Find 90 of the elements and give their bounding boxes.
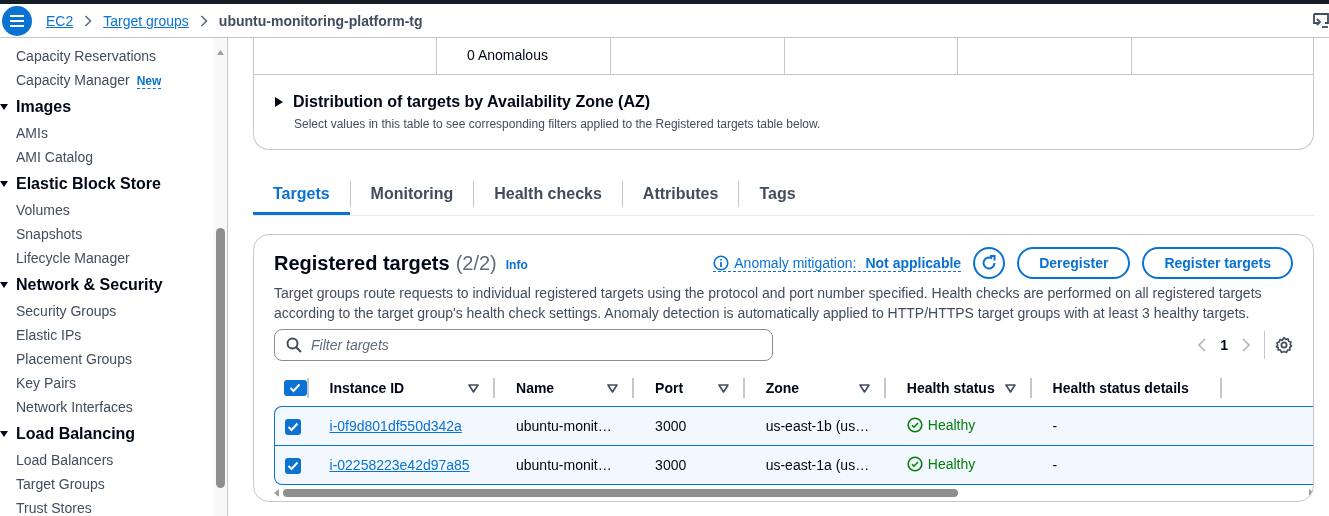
- check-circle-icon: [906, 455, 923, 472]
- caret-icon[interactable]: [0, 430, 8, 438]
- table-row[interactable]: i-0f9d801df550d342a ubuntu-monit… 3000 us-east-1b (us… Healthy -: [274, 406, 1313, 446]
- sidebar-item[interactable]: Lifecycle Manager: [16, 250, 130, 266]
- caret-icon[interactable]: [0, 281, 8, 289]
- new-label: New: [136, 74, 162, 89]
- health-status: Healthy: [927, 455, 976, 472]
- refresh-button[interactable]: [973, 247, 1006, 279]
- health-status: Healthy: [927, 416, 976, 433]
- sort-icon[interactable]: [858, 383, 870, 393]
- sidebar-item[interactable]: Trust Stores: [16, 500, 92, 516]
- sort-icon[interactable]: [717, 383, 729, 393]
- target-count: (2/2): [455, 251, 497, 275]
- sidebar-item[interactable]: Network Interfaces: [16, 399, 133, 415]
- sidebar-item[interactable]: Load Balancers: [16, 452, 114, 468]
- tab[interactable]: Targets: [253, 175, 350, 215]
- column-header[interactable]: Health status: [906, 380, 1005, 396]
- sort-icon[interactable]: [468, 383, 479, 393]
- checkbox[interactable]: [284, 380, 307, 396]
- sidebar-item[interactable]: Target Groups: [16, 476, 105, 492]
- checkmark-icon: [287, 460, 299, 471]
- table-cell: ubuntu-monit…: [516, 457, 612, 473]
- table-cell: 3000: [655, 457, 687, 473]
- panel-title: Registered targets: [274, 251, 450, 275]
- info-link[interactable]: Info: [505, 258, 528, 272]
- menu-icon: [9, 13, 25, 28]
- checkbox[interactable]: [285, 418, 301, 435]
- sidebar-item[interactable]: Key Pairs: [16, 375, 76, 391]
- checkmark-icon: [287, 421, 299, 432]
- table-row[interactable]: i-02258223e42d97a85 ubuntu-monit… 3000 us-east-1a (us… Healthy -: [274, 446, 1313, 485]
- action-button[interactable]: Deregister: [1017, 247, 1131, 279]
- tab[interactable]: Monitoring: [350, 175, 474, 215]
- filter-field[interactable]: Filter targets: [274, 329, 773, 361]
- column-header[interactable]: Name: [516, 380, 608, 396]
- sort-icon[interactable]: [607, 383, 619, 393]
- check-circle-icon: [906, 416, 923, 433]
- table-cell: us-east-1a (us…: [765, 457, 870, 473]
- terminal-icon[interactable]: [1313, 12, 1329, 29]
- sidebar-section-title[interactable]: Images: [16, 98, 72, 115]
- tab[interactable]: Attributes: [622, 175, 739, 215]
- checkmark-icon: [289, 383, 302, 393]
- chevron-icon: [199, 14, 208, 27]
- breadcrumb-current: ubuntu-monitoring-platform-tg: [218, 12, 423, 29]
- sidebar-item[interactable]: Elastic IPs: [16, 327, 82, 343]
- expand-caret-icon[interactable]: [274, 96, 284, 108]
- column-header[interactable]: Zone: [765, 380, 859, 396]
- sidebar-section-title[interactable]: Network & Security: [16, 276, 163, 293]
- scroll-right-arrow-icon[interactable]: [1309, 488, 1313, 497]
- sidebar-item[interactable]: Placement Groups: [16, 351, 132, 367]
- table-cell: ubuntu-monit…: [516, 418, 612, 434]
- table-cell: -: [1052, 418, 1058, 434]
- settings-icon[interactable]: [1275, 336, 1293, 354]
- sidebar-item[interactable]: Capacity Reservations: [16, 48, 157, 64]
- checkbox[interactable]: [285, 457, 301, 474]
- sidebar-item[interactable]: AMIs: [16, 125, 48, 141]
- sort-icon[interactable]: [1004, 383, 1016, 393]
- scrollbar[interactable]: [213, 38, 227, 516]
- column-header[interactable]: Instance ID: [329, 380, 468, 396]
- sidebar-item[interactable]: Capacity Manager: [16, 72, 130, 88]
- panel-description: Target groups route requests to individual registered targets using the protocol and port number specified. Health checks are performed on all registered targets according to the target group's health check settings. Anomaly detection is automatically applied to HTTP/HTTPS target groups with at least 3 healthy targets.: [274, 284, 1263, 323]
- section-description: Select values in this table to see corresponding filters applied to the Registered targets table below.: [294, 117, 822, 131]
- table-cell: -: [1052, 457, 1058, 473]
- sidebar-item[interactable]: AMI Catalog: [16, 149, 94, 165]
- sidebar-section-title[interactable]: Load Balancing: [16, 425, 136, 442]
- horizontal-scrollbar[interactable]: [274, 486, 1313, 499]
- section-title[interactable]: Distribution of targets by Availability Zone (AZ): [293, 93, 651, 111]
- caret-icon[interactable]: [0, 103, 8, 111]
- breadcrumb-link[interactable]: EC2: [46, 12, 74, 29]
- column-header[interactable]: Health status details: [1052, 380, 1207, 396]
- scroll-left-arrow-icon[interactable]: [274, 488, 279, 497]
- caret-icon[interactable]: [0, 180, 8, 188]
- table-cell: us-east-1b (us…: [765, 418, 870, 434]
- chevron-icon: [84, 14, 93, 27]
- page-number[interactable]: 1: [1220, 337, 1228, 353]
- info-icon: [713, 254, 730, 271]
- tab[interactable]: Health checks: [474, 175, 622, 215]
- column-header[interactable]: Port: [655, 380, 718, 396]
- table-cell: 3000: [655, 418, 687, 434]
- breadcrumb-link[interactable]: Target groups: [103, 12, 189, 29]
- sidebar-section-title[interactable]: Elastic Block Store: [16, 175, 161, 192]
- sidebar-item[interactable]: Snapshots: [16, 226, 83, 242]
- sidebar-item[interactable]: Security Groups: [16, 303, 117, 319]
- menu-button[interactable]: [2, 5, 32, 36]
- search-icon: [286, 337, 302, 353]
- refresh-icon: [980, 254, 999, 272]
- anomalous-count: 0 Anomalous: [467, 47, 548, 63]
- anomaly-mitigation-link[interactable]: Anomaly mitigation: Not applicable: [713, 254, 962, 272]
- action-button[interactable]: Register targets: [1142, 247, 1293, 279]
- sidebar-item[interactable]: Volumes: [16, 202, 70, 218]
- tab[interactable]: Tags: [739, 175, 816, 215]
